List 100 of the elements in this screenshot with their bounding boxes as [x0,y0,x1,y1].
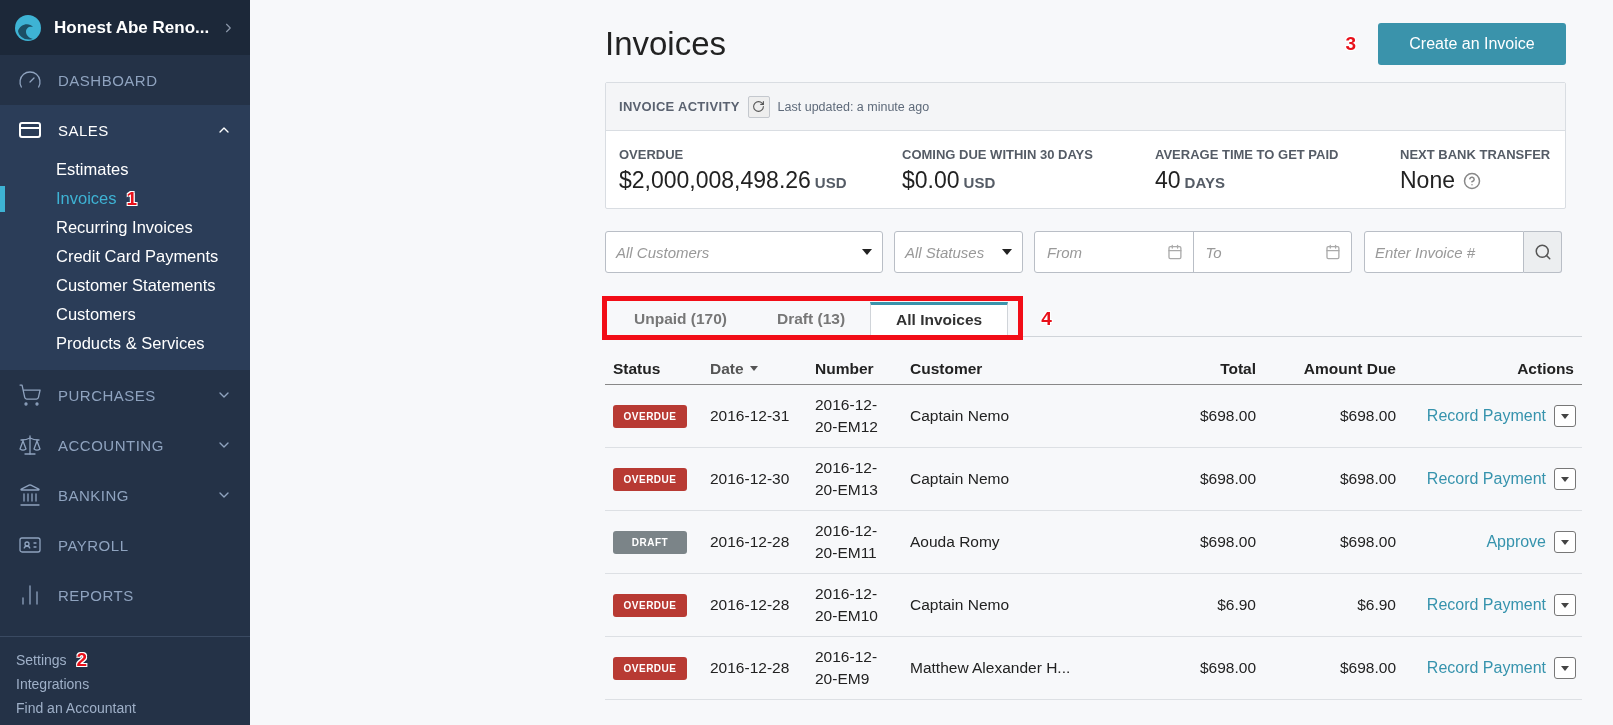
stat-value: $2,000,008,498.26 [619,167,811,194]
column-header[interactable]: Amount Due [1303,359,1396,378]
status-badge: OVERDUE [613,468,687,491]
date-cell-text: 2016-12-31 [709,406,791,426]
footer-link[interactable]: Find an Accountant [16,699,234,717]
action-link[interactable]: Record Payment [1426,470,1546,488]
status-badge: DRAFT [613,531,687,554]
business-name: Honest Abe Reno... [54,17,210,38]
stat-unit: USD [963,174,996,191]
number-cell-text: 2016-12- 20-EM12 [814,395,879,437]
refresh-button[interactable] [747,95,770,118]
column-header[interactable]: Customer [910,359,983,378]
annotation-number: 4 [1041,308,1052,330]
column-header[interactable]: Status [613,359,661,378]
status-badge: OVERDUE [613,594,687,617]
total-cell-text: $698.00 [1198,406,1257,426]
status-badge: OVERDUE [613,657,687,680]
customer-cell-text: Captain Nemo [909,595,1011,615]
nav-subitem[interactable]: Customer Statements [0,271,250,300]
stat-label: OVERDUE [619,147,685,162]
from-date-field[interactable]: From [1045,242,1167,262]
stat-label: NEXT BANK TRANSFER [1400,147,1552,162]
stat-unit: USD [814,174,847,191]
footer-link[interactable]: Settings 2 [16,651,234,669]
dropdown-button[interactable] [1554,531,1576,553]
annotation-number: 1 [126,187,138,210]
stat-value: $0.00 [902,167,960,194]
customer-cell-text: Captain Nemo [909,406,1011,426]
action-link[interactable]: Record Payment [1426,659,1546,677]
stat-value: 40 [1155,167,1181,194]
stat-label: AVERAGE TIME TO GET PAID [1155,147,1340,162]
footer-link[interactable]: Integrations [16,675,234,693]
customer-cell-text: Aouda Romy [909,532,1001,552]
nav-item[interactable]: ACCOUNTING [0,420,250,470]
column-header[interactable]: Total [1220,359,1256,378]
number-cell-text: 2016-12- 20-EM13 [814,458,879,500]
dropdown-button[interactable] [1554,594,1576,616]
action-link[interactable]: Record Payment [1426,407,1546,425]
nav-item[interactable]: DASHBOARD [0,55,250,105]
nav-item[interactable]: BANKING [0,470,250,520]
stat-unit: DAYS [1184,174,1225,191]
tab[interactable]: All Invoices [870,302,1009,335]
nav-item[interactable]: REPORTS [0,570,250,620]
refresh-icon [752,100,766,113]
column-header[interactable]: Actions [1517,359,1574,378]
bank-icon [18,483,42,507]
customer-cell-text: Captain Nemo [909,469,1011,489]
date-cell-text: 2016-12-28 [709,532,791,552]
annotation-number: 2 [76,649,88,671]
page-title: Invoices [605,25,728,63]
annotation-number: 3 [1345,33,1356,55]
cart-icon [18,383,42,407]
number-cell-text: 2016-12- 20-EM11 [814,521,879,563]
nav-item[interactable]: SALES [0,105,250,155]
column-header[interactable]: Number [815,359,874,378]
dropdown-button[interactable] [1554,468,1576,490]
help-icon[interactable] [1463,171,1481,190]
nav-subitem[interactable]: Invoices 1 [0,184,250,213]
total-cell-text: $698.00 [1198,469,1257,489]
nav-subitem[interactable]: Products & Services [0,329,250,358]
tab[interactable]: Draft (13) [752,302,871,335]
stat-value: None [1400,167,1455,194]
search-button[interactable] [1524,231,1562,273]
customer-cell-text: Matthew Alexander H... [909,658,1072,678]
amount-due-cell-text: $698.00 [1338,406,1397,426]
action-link[interactable]: Approve [1486,533,1546,551]
date-cell-text: 2016-12-28 [709,595,791,615]
status-badge: OVERDUE [613,405,687,428]
amount-due-cell-text: $6.90 [1356,595,1397,615]
number-cell-text: 2016-12- 20-EM10 [814,584,879,626]
date-cell-text: 2016-12-30 [709,469,791,489]
amount-due-cell-text: $698.00 [1338,469,1397,489]
active-indicator [0,186,5,212]
tab[interactable]: Unpaid (170) [609,302,752,335]
number-cell-text: 2016-12- 20-EM9 [814,647,879,689]
total-cell-text: $6.90 [1216,595,1257,615]
dropdown-button[interactable] [1554,405,1576,427]
dropdown-button[interactable] [1554,657,1576,679]
nav-subitem[interactable]: Estimates [0,155,250,184]
stat-label: COMING DUE WITHIN 30 DAYS [902,147,1094,162]
total-cell-text: $698.00 [1198,658,1257,678]
scale-icon [18,433,42,457]
date-cell-text: 2016-12-28 [709,658,791,678]
amount-due-cell-text: $698.00 [1338,532,1397,552]
nav-subitem[interactable]: Customers [0,300,250,329]
to-date-field[interactable]: To [1203,242,1326,262]
invoice-number-field[interactable]: Enter Invoice # [1364,231,1524,273]
nav-subitem[interactable]: Credit Card Payments [0,242,250,271]
nav-item[interactable]: PURCHASES [0,370,250,420]
column-header[interactable]: Date [710,359,744,378]
search-icon [1533,243,1552,261]
create-invoice-button[interactable]: Create an Invoice [1378,23,1566,65]
nav-subitem[interactable]: Recurring Invoices [0,213,250,242]
logo-icon [14,13,42,42]
card-title: INVOICE ACTIVITY [619,99,740,114]
customer-select[interactable]: All Customers [605,231,883,273]
action-link[interactable]: Record Payment [1426,596,1546,614]
updated-text: Last updated: a minute ago [777,99,930,114]
amount-due-cell-text: $698.00 [1338,658,1397,678]
nav-item[interactable]: PAYROLL [0,520,250,570]
